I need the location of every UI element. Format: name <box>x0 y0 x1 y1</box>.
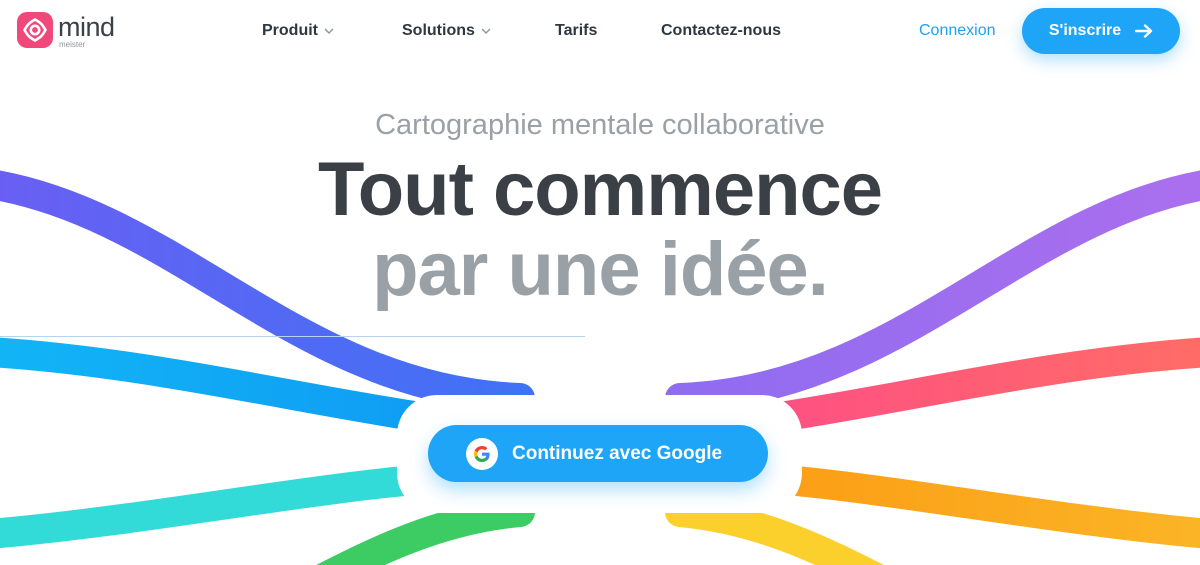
divider-line <box>0 336 585 337</box>
branch-right-orange <box>745 463 1200 549</box>
nav-item-label: Produit <box>262 22 318 39</box>
mindmeister-logo-icon <box>17 12 53 48</box>
hero-title-line-2: par une idée. <box>372 227 829 312</box>
signup-button-label: S'inscrire <box>1048 22 1122 39</box>
chevron-down-icon <box>324 28 334 34</box>
landing-page: mind meister Produit Solutions Tarifs Co… <box>0 0 1200 565</box>
google-button-label: Continuez avec Google <box>512 442 723 464</box>
hero-title-line-1: Tout commence <box>317 147 883 232</box>
brand-wordmark: mind meister <box>58 12 115 52</box>
signup-button[interactable]: S'inscrire <box>1022 8 1180 54</box>
login-link[interactable]: Connexion <box>919 20 996 42</box>
brand-name: mind <box>58 12 115 42</box>
nav-item-contactez-nous[interactable]: Contactez-nous <box>661 20 781 42</box>
hero-section: Cartographie mentale collaborative Tout … <box>0 104 1200 310</box>
nav-item-label: Tarifs <box>555 22 598 39</box>
nav-item-solutions[interactable]: Solutions <box>402 20 491 42</box>
brand-subname: meister <box>59 40 86 49</box>
continue-with-google-button[interactable]: Continuez avec Google <box>428 425 768 482</box>
nav-item-tarifs[interactable]: Tarifs <box>555 20 597 42</box>
branch-left-cyan <box>0 463 455 549</box>
hero-title: Tout commence par une idée. <box>0 150 1200 310</box>
chevron-down-icon <box>481 28 491 34</box>
top-navigation-bar: mind meister Produit Solutions Tarifs Co… <box>0 0 1200 64</box>
arrow-right-icon <box>1135 24 1153 38</box>
google-g-icon <box>466 437 498 470</box>
nav-item-label: Contactez-nous <box>661 22 781 39</box>
hero-subtitle: Cartographie mentale collaborative <box>375 109 825 141</box>
nav-item-label: Solutions <box>402 22 475 39</box>
branch-left-green <box>316 497 535 565</box>
brand-logo[interactable]: mind meister <box>17 12 115 52</box>
branch-right-yellow <box>665 497 884 565</box>
nav-item-produit[interactable]: Produit <box>262 20 334 42</box>
